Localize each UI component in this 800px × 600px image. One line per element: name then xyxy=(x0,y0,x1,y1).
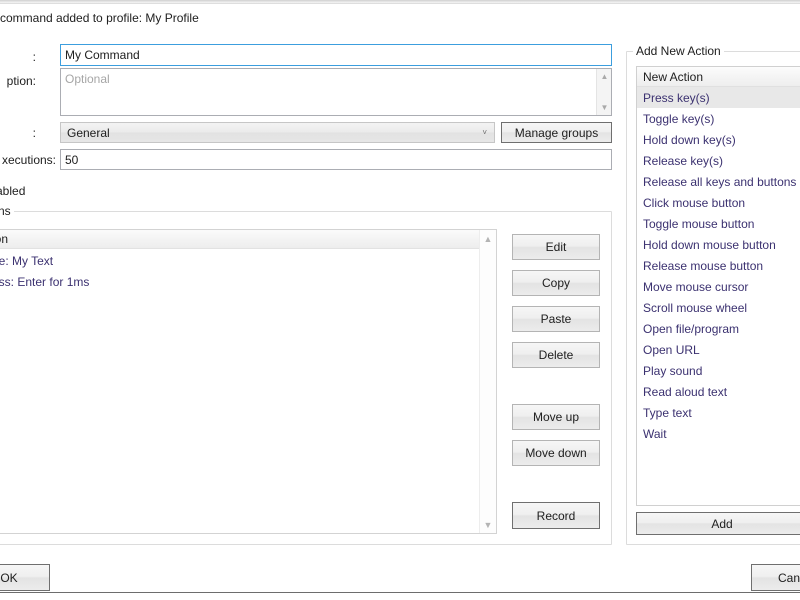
manage-groups-button[interactable]: Manage groups xyxy=(501,122,612,143)
clipped-titlebar-sliver xyxy=(0,0,800,4)
chevron-down-icon: ˅ xyxy=(482,128,487,137)
move-up-button[interactable]: Move up xyxy=(512,404,600,430)
dialog-window: command added to profile: My Profile : M… xyxy=(0,0,800,600)
status-message: command added to profile: My Profile xyxy=(0,11,199,25)
new-action-list[interactable]: New Action Press key(s) Toggle key(s) Hold… xyxy=(636,66,800,506)
list-item[interactable]: Toggle key(s) xyxy=(637,108,800,129)
actions-listview-rows: pe: My Textess: Enter for 1ms xyxy=(0,250,496,533)
enabled-checkbox-label: abled xyxy=(0,184,26,198)
dialog-body: command added to profile: My Profile : M… xyxy=(0,5,800,593)
description-scrollbar[interactable]: ▲ ▼ xyxy=(596,69,611,115)
actions-column-header: ion xyxy=(0,232,9,246)
add-action-button[interactable]: Add xyxy=(636,512,800,535)
description-label: ption: xyxy=(6,74,36,88)
cancel-button[interactable]: Canc xyxy=(751,564,800,591)
ok-button[interactable]: OK xyxy=(0,564,50,591)
scroll-up-icon[interactable]: ▲ xyxy=(597,69,612,84)
list-item[interactable]: Open URL xyxy=(637,339,800,360)
table-row[interactable]: ess: Enter for 1ms xyxy=(0,271,496,292)
description-placeholder: Optional xyxy=(65,72,110,86)
record-button[interactable]: Record xyxy=(512,502,600,529)
list-item[interactable]: Play sound xyxy=(637,360,800,381)
table-row[interactable]: pe: My Text xyxy=(0,250,496,271)
list-item[interactable]: Type text xyxy=(637,402,800,423)
enabled-checkbox[interactable]: abled xyxy=(0,184,25,198)
new-action-list-items: Press key(s) Toggle key(s) Hold down key(s… xyxy=(637,87,800,444)
list-item[interactable]: Release mouse button xyxy=(637,255,800,276)
list-item[interactable]: Wait xyxy=(637,423,800,444)
list-item[interactable]: Toggle mouse button xyxy=(637,213,800,234)
group-label: : xyxy=(32,126,36,140)
list-item[interactable]: Release key(s) xyxy=(637,150,800,171)
name-input-value: My Command xyxy=(65,48,140,62)
add-new-action-title: Add New Action xyxy=(633,44,724,58)
list-item[interactable]: Press key(s) xyxy=(637,87,800,108)
group-combobox-value: General xyxy=(67,125,110,140)
actions-groupbox-title: ns xyxy=(0,204,14,218)
move-down-button[interactable]: Move down xyxy=(512,440,600,466)
list-item[interactable]: Read aloud text xyxy=(637,381,800,402)
actions-listview-scrollbar[interactable]: ▲ ▼ xyxy=(479,230,496,533)
description-input[interactable]: Optional xyxy=(60,68,612,116)
scroll-down-icon[interactable]: ▼ xyxy=(597,100,612,115)
edit-button[interactable]: Edit xyxy=(512,234,600,260)
list-item[interactable]: Release all keys and buttons xyxy=(637,171,800,192)
scroll-down-icon[interactable]: ▼ xyxy=(480,516,496,533)
paste-button[interactable]: Paste xyxy=(512,306,600,332)
actions-listview-header[interactable]: ion xyxy=(0,230,496,249)
name-input[interactable]: My Command xyxy=(60,44,612,66)
list-item[interactable]: Click mouse button xyxy=(637,192,800,213)
max-executions-input[interactable]: 50 xyxy=(60,149,612,170)
max-executions-label: xecutions: xyxy=(1,153,56,167)
actions-listview[interactable]: ion pe: My Textess: Enter for 1ms ▲ ▼ xyxy=(0,229,497,534)
name-label: : xyxy=(32,50,36,64)
list-item[interactable]: Move mouse cursor xyxy=(637,276,800,297)
list-item[interactable]: Hold down mouse button xyxy=(637,234,800,255)
list-item[interactable]: Hold down key(s) xyxy=(637,129,800,150)
scroll-up-icon[interactable]: ▲ xyxy=(480,230,496,247)
list-item[interactable]: Scroll mouse wheel xyxy=(637,297,800,318)
copy-button[interactable]: Copy xyxy=(512,270,600,296)
group-combobox[interactable]: General ˅ xyxy=(60,122,495,143)
new-action-list-header: New Action xyxy=(637,67,800,87)
delete-button[interactable]: Delete xyxy=(512,342,600,368)
list-item[interactable]: Open file/program xyxy=(637,318,800,339)
max-executions-value: 50 xyxy=(65,153,79,167)
